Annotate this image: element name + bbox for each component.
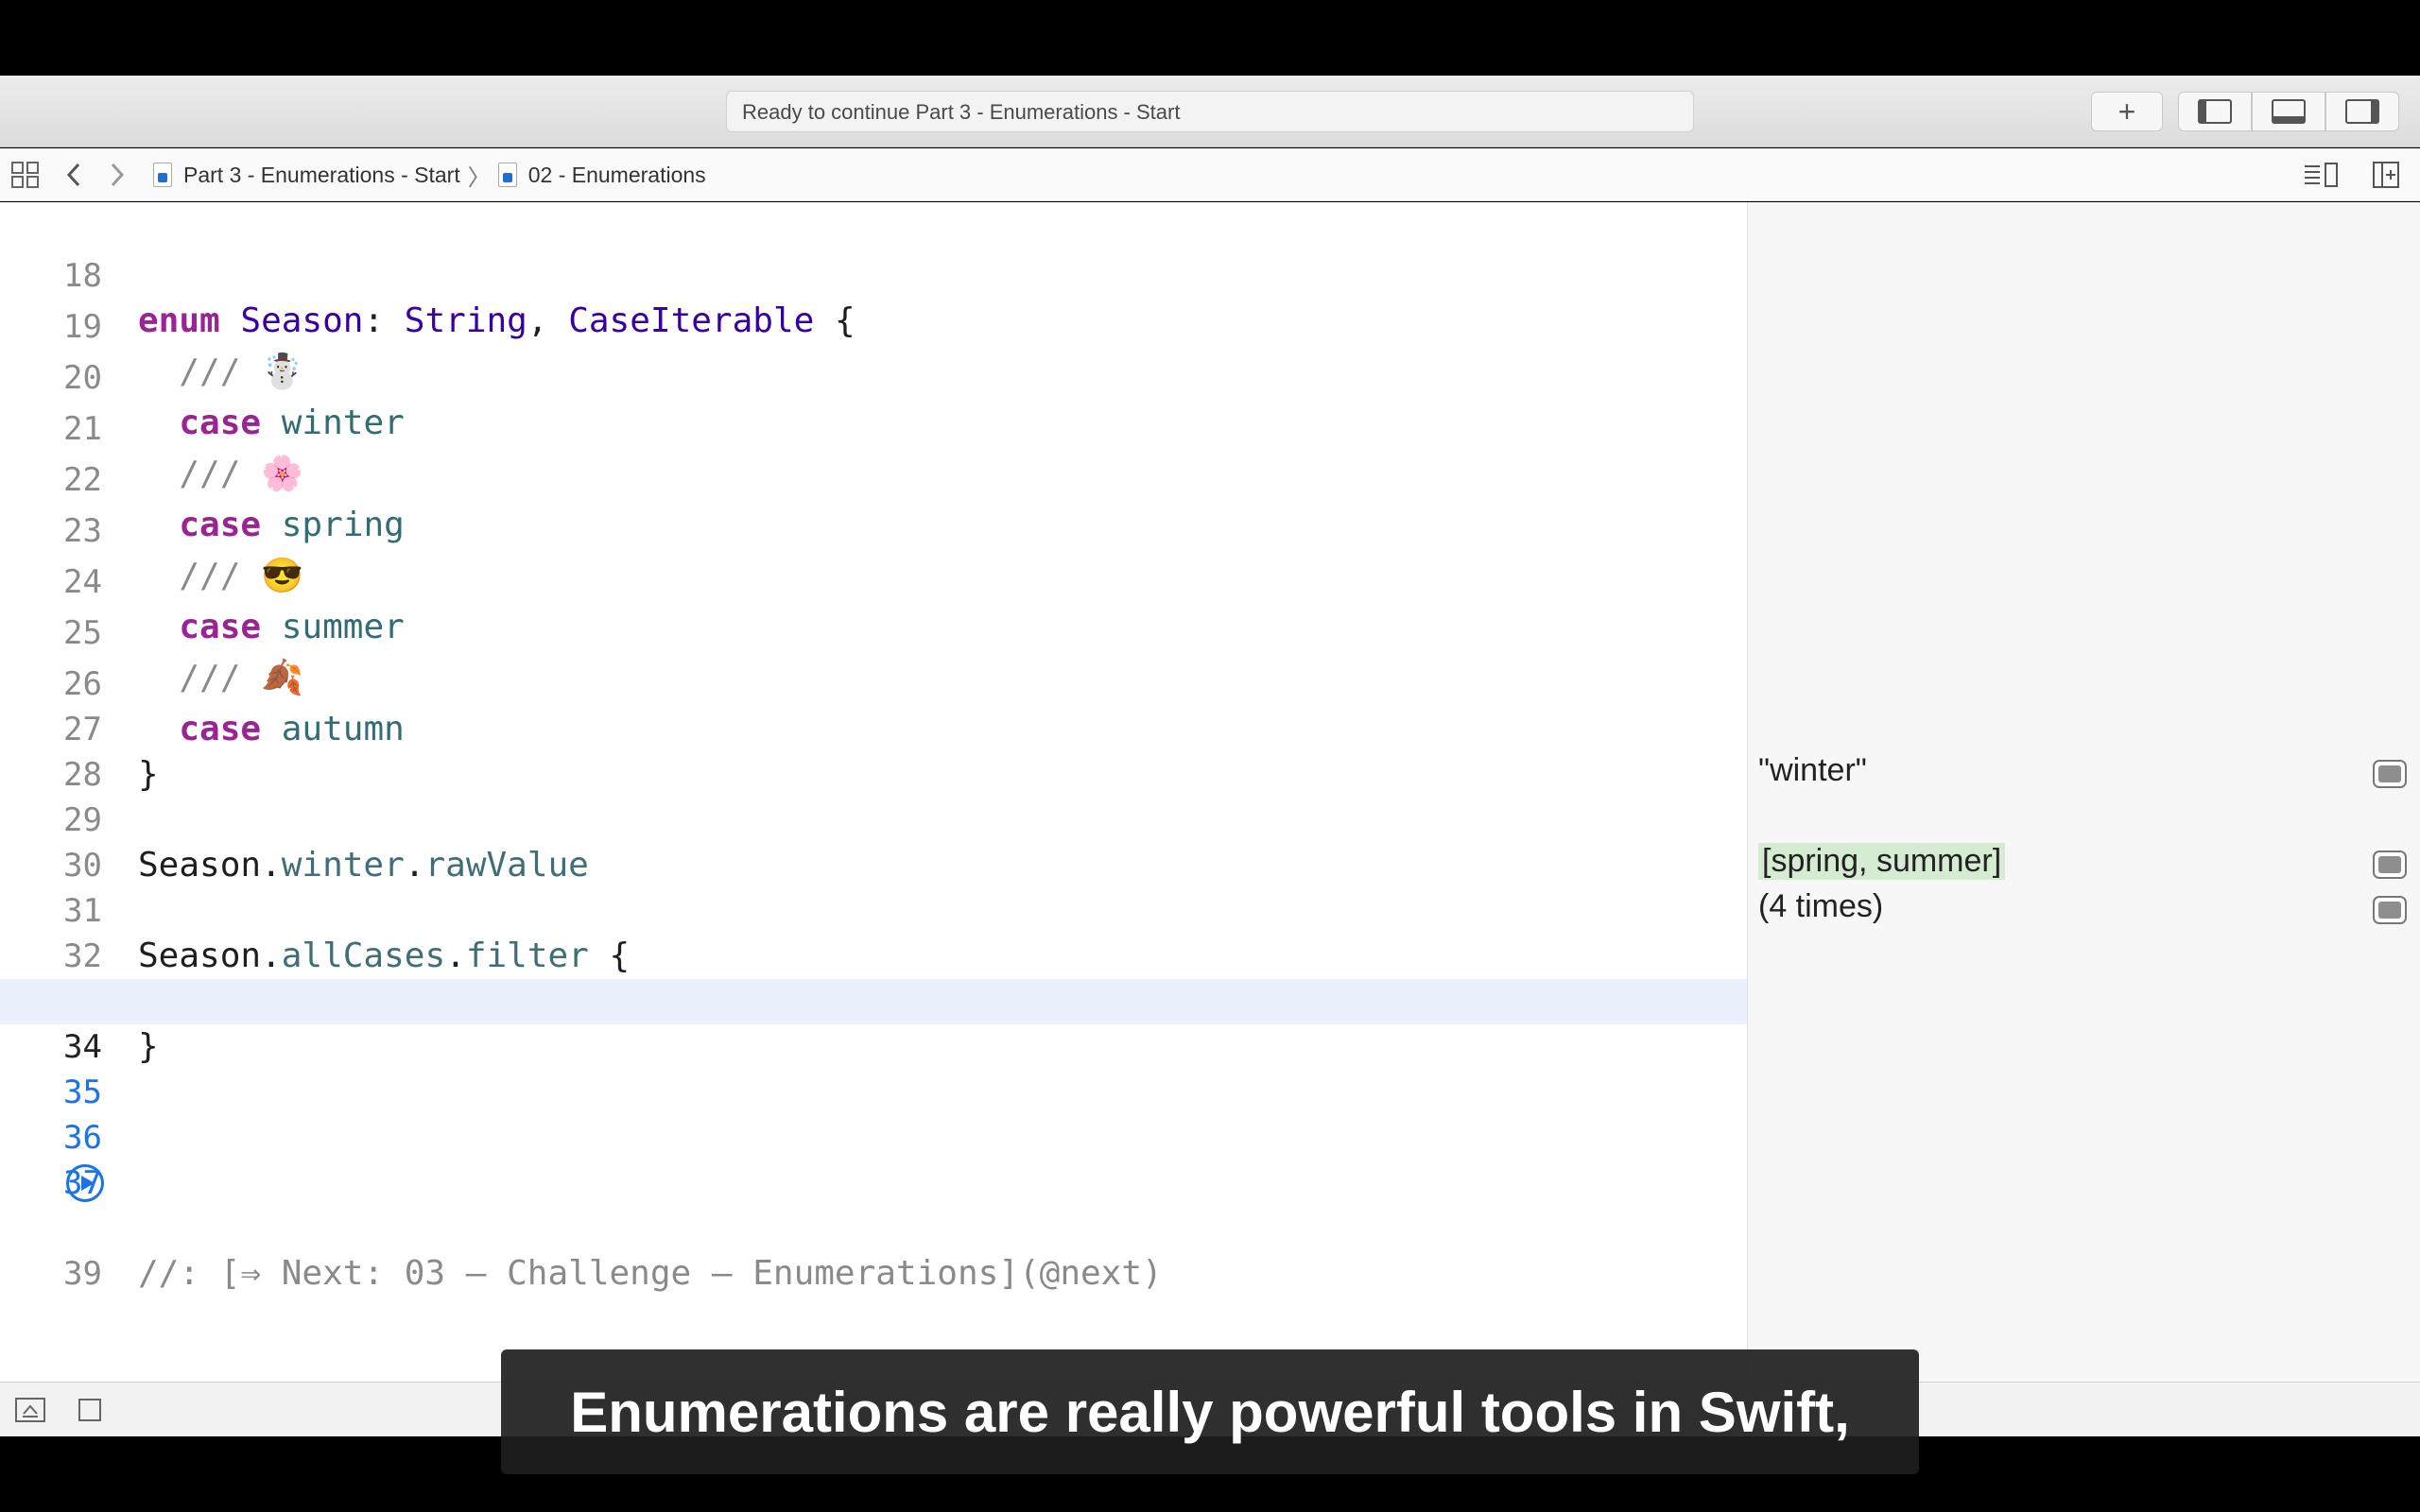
code-line[interactable]: 22 case spring xyxy=(0,412,1747,544)
result-value: "winter" xyxy=(1758,752,1867,788)
code-line[interactable]: 35 xyxy=(0,1024,1747,1111)
code-line-current[interactable]: 34 xyxy=(0,979,1747,1066)
letterbox-top xyxy=(0,0,2420,76)
window-toolbar: Ready to continue Part 3 - Enumerations … xyxy=(0,76,2420,147)
code-line[interactable]: 37 xyxy=(0,1115,1747,1202)
page-file-icon xyxy=(497,163,517,187)
video-caption: Enumerations are really powerful tools i… xyxy=(501,1349,1919,1474)
code-line[interactable]: 23 /// 😎 xyxy=(0,463,1747,595)
code-line[interactable]: 18 enum Season: String, CaseIterable { xyxy=(0,208,1747,340)
code-line[interactable]: 25 /// 🍂 xyxy=(0,565,1747,697)
code-line[interactable]: 29 Season.winter.rawValue xyxy=(0,752,1747,885)
breadcrumb: Part 3 - Enumerations - Start 〉 02 - Enu… xyxy=(153,148,706,201)
code-line[interactable]: 20 case winter xyxy=(0,310,1747,442)
code-line[interactable]: 27 } xyxy=(0,662,1747,794)
hide-debug-area-icon[interactable] xyxy=(15,1398,45,1427)
code-line[interactable]: 30 xyxy=(0,798,1747,885)
code-line[interactable]: 26 case autumn xyxy=(0,616,1747,748)
bottom-panel-icon xyxy=(2272,99,2306,124)
line-number: 39 xyxy=(63,1255,102,1293)
code-line[interactable]: 36 xyxy=(0,1070,1747,1157)
code-line[interactable]: 28 xyxy=(0,707,1747,794)
breadcrumb-separator: 〉 xyxy=(467,164,491,191)
code-line[interactable]: 39 xyxy=(0,1206,1747,1293)
result-value: (4 times) xyxy=(1758,888,1884,924)
left-panel-icon xyxy=(2198,99,2232,124)
jump-bar: Part 3 - Enumerations - Start 〉 02 - Enu… xyxy=(0,148,2420,201)
adjust-editor-options-icon[interactable] xyxy=(2303,162,2341,188)
run-button-icon[interactable] xyxy=(66,1164,104,1202)
code-text: //: [⇒ Next: 03 – Challenge – Enumeratio… xyxy=(138,1254,1163,1293)
toggle-debug-area-button[interactable] xyxy=(2252,92,2325,131)
library-add-button[interactable]: + xyxy=(2091,92,2163,131)
back-chevron-icon[interactable] xyxy=(64,162,83,188)
code-line[interactable]: 19 /// ☃️ xyxy=(0,259,1747,391)
quick-look-icon[interactable] xyxy=(2373,760,2407,788)
quick-look-icon[interactable] xyxy=(2373,896,2407,924)
activity-viewer: Ready to continue Part 3 - Enumerations … xyxy=(726,91,1694,132)
quick-look-icon[interactable] xyxy=(2373,850,2407,879)
code-line[interactable]: 33 } xyxy=(0,934,1747,1066)
add-editor-split-icon[interactable] xyxy=(2373,162,2401,188)
code-line[interactable]: 32 $0.rawValue.first == "s" xyxy=(0,888,1747,1021)
breadcrumb-item-playground[interactable]: Part 3 - Enumerations - Start xyxy=(183,163,460,188)
playground-file-icon xyxy=(153,163,172,187)
code-line[interactable]: 31 Season.allCases.filter { xyxy=(0,843,1747,975)
results-sidebar xyxy=(1747,202,2420,1382)
breadcrumb-item-page[interactable]: 02 - Enumerations xyxy=(528,163,706,188)
result-value: [spring, summer] xyxy=(1758,843,2006,880)
stop-icon[interactable] xyxy=(78,1398,102,1427)
code-line[interactable]: //: [⇒ Next: 03 – Challenge – Enumeratio… xyxy=(0,1160,1747,1293)
code-line[interactable]: 24 case summer xyxy=(0,514,1747,646)
forward-chevron-icon[interactable] xyxy=(108,162,127,188)
toggle-navigator-button[interactable] xyxy=(2178,92,2252,131)
related-items-grid-icon[interactable] xyxy=(11,162,40,188)
right-panel-icon xyxy=(2345,99,2379,124)
code-line[interactable]: 21 /// 🌸 xyxy=(0,361,1747,493)
toggle-inspector-button[interactable] xyxy=(2325,92,2399,131)
